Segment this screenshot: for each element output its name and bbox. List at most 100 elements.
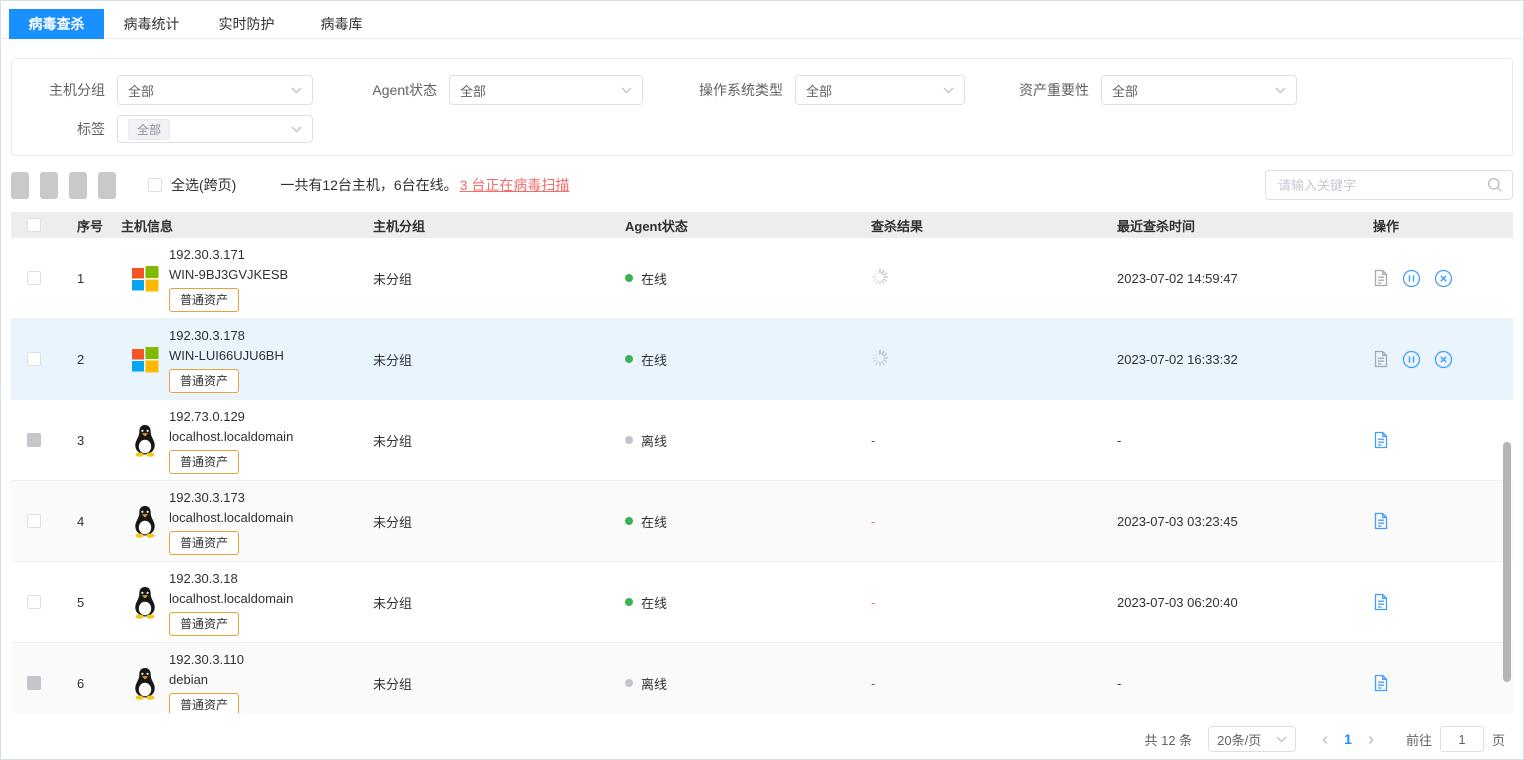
table-row[interactable]: 2 192.30.3.178 WIN-LUI66UJU6BH 普通资产 未分组 bbox=[11, 319, 1513, 400]
asset-tag: 普通资产 bbox=[169, 531, 239, 555]
table-row[interactable]: 1 192.30.3.171 WIN-9BJ3GVJKESB 普通资产 未分组 bbox=[11, 238, 1513, 319]
status-dot bbox=[625, 598, 633, 606]
bulk-action-button[interactable] bbox=[11, 172, 29, 199]
row-actions bbox=[1361, 674, 1505, 692]
search-input[interactable] bbox=[1265, 170, 1513, 200]
action-buttons bbox=[11, 172, 127, 199]
asset-tag: 普通资产 bbox=[169, 450, 239, 474]
agent-status-cell: 离线 bbox=[617, 674, 863, 693]
header-checkbox[interactable] bbox=[27, 218, 41, 232]
scan-report-icon[interactable] bbox=[1373, 269, 1389, 287]
header-checkbox-cell bbox=[11, 218, 57, 232]
select-all-control[interactable]: 全选(跨页) bbox=[148, 175, 236, 195]
table-body: 1 192.30.3.171 WIN-9BJ3GVJKESB 普通资产 未分组 bbox=[11, 238, 1513, 713]
status-dot bbox=[625, 274, 633, 282]
host-ip: 192.73.0.129 bbox=[169, 407, 293, 427]
select-value: 全部 bbox=[128, 81, 154, 100]
pause-scan-icon[interactable] bbox=[1402, 269, 1421, 288]
bulk-action-button[interactable] bbox=[98, 172, 116, 199]
scan-report-icon[interactable] bbox=[1373, 593, 1389, 611]
row-checkbox[interactable] bbox=[27, 676, 41, 690]
table-row[interactable]: 4 192.30.3.173 localhost.localdomain 普通资… bbox=[11, 481, 1513, 562]
tab[interactable]: 病毒查杀 bbox=[9, 9, 104, 39]
asset-tag: 普通资产 bbox=[169, 612, 239, 636]
status-dot bbox=[625, 679, 633, 687]
host-ip: 192.30.3.110 bbox=[169, 650, 244, 670]
header-result: 查杀结果 bbox=[863, 216, 1109, 235]
row-actions bbox=[1361, 269, 1505, 288]
filter-select[interactable]: 全部 bbox=[795, 75, 965, 105]
toolbar: 全选(跨页) 一共有12台主机，6台在线。 3 台正在病毒扫描 bbox=[11, 170, 1513, 200]
row-checkbox[interactable] bbox=[27, 595, 41, 609]
scan-report-icon[interactable] bbox=[1373, 674, 1389, 692]
filter-label: 标签 bbox=[12, 119, 105, 139]
row-checkbox[interactable] bbox=[27, 352, 41, 366]
table-row[interactable]: 6 192.30.3.110 debian 普通资产 未分组 bbox=[11, 643, 1513, 713]
next-page-icon[interactable]: › bbox=[1358, 730, 1384, 748]
tab-label: 病毒库 bbox=[321, 16, 363, 32]
stop-scan-icon[interactable] bbox=[1434, 269, 1453, 288]
tag-filter-select[interactable]: 全部 bbox=[117, 115, 313, 143]
filter-label: 主机分组 bbox=[12, 80, 105, 100]
host-group: 未分组 bbox=[365, 350, 617, 369]
scanning-hosts-link[interactable]: 3 台正在病毒扫描 bbox=[460, 175, 570, 195]
row-checkbox-cell bbox=[11, 514, 57, 528]
search-icon[interactable] bbox=[1487, 177, 1503, 193]
search-box bbox=[1265, 170, 1513, 200]
total-count: 共 12 条 bbox=[1144, 730, 1192, 749]
current-page[interactable]: 1 bbox=[1338, 731, 1358, 747]
tab[interactable]: 实时防护 bbox=[199, 9, 294, 39]
host-ip: 192.30.3.18 bbox=[169, 569, 293, 589]
scan-result-text: - bbox=[871, 595, 875, 610]
goto-page-input[interactable] bbox=[1440, 726, 1484, 752]
tab-label: 实时防护 bbox=[219, 16, 275, 32]
table-row[interactable]: 5 192.30.3.18 localhost.localdomain 普通资产… bbox=[11, 562, 1513, 643]
bulk-action-button[interactable] bbox=[69, 172, 87, 199]
status-text: 离线 bbox=[641, 431, 667, 450]
status-text: 在线 bbox=[641, 269, 667, 288]
row-actions bbox=[1361, 431, 1505, 449]
filter-item-tag: 标签 全部 bbox=[12, 115, 313, 143]
status-text: 在线 bbox=[641, 512, 667, 531]
pause-scan-icon[interactable] bbox=[1402, 350, 1421, 369]
filter-panel: 主机分组 全部 Agent状态 全部 操作系统类型 全部 bbox=[11, 58, 1513, 156]
stop-scan-icon[interactable] bbox=[1434, 350, 1453, 369]
table-scrollbar-thumb[interactable] bbox=[1503, 442, 1511, 682]
host-group: 未分组 bbox=[365, 431, 617, 450]
row-checkbox[interactable] bbox=[27, 271, 41, 285]
prev-page-icon[interactable]: ‹ bbox=[1312, 730, 1338, 748]
row-checkbox[interactable] bbox=[27, 433, 41, 447]
table-row[interactable]: 3 192.73.0.129 localhost.localdomain 普通资… bbox=[11, 400, 1513, 481]
scan-result-text: - bbox=[871, 433, 875, 448]
scan-report-icon[interactable] bbox=[1373, 431, 1389, 449]
bulk-action-button[interactable] bbox=[40, 172, 58, 199]
tab[interactable]: 病毒库 bbox=[294, 9, 389, 39]
filter-select[interactable]: 全部 bbox=[449, 75, 643, 105]
host-info-cell: 192.30.3.173 localhost.localdomain 普通资产 bbox=[113, 488, 365, 555]
last-scan-time: 2023-07-03 06:20:40 bbox=[1109, 595, 1361, 610]
chevron-down-icon bbox=[621, 87, 632, 94]
table-header-row: 序号 主机信息 主机分组 Agent状态 查杀结果 最近查杀时间 操作 bbox=[11, 212, 1513, 238]
filter-item: 操作系统类型 全部 bbox=[685, 75, 1007, 105]
select-value: 全部 bbox=[1112, 81, 1138, 100]
host-name: localhost.localdomain bbox=[169, 508, 293, 528]
windows-logo-icon bbox=[132, 346, 159, 373]
tab-bar: 病毒查杀 病毒统计 实时防护 病毒库 bbox=[1, 1, 1523, 39]
header-group: 主机分组 bbox=[365, 216, 617, 235]
filter-select[interactable]: 全部 bbox=[1101, 75, 1297, 105]
tab[interactable]: 病毒统计 bbox=[104, 9, 199, 39]
linux-tux-icon bbox=[130, 423, 160, 457]
filter-select[interactable]: 全部 bbox=[117, 75, 313, 105]
row-checkbox-cell bbox=[11, 352, 57, 366]
row-checkbox[interactable] bbox=[27, 514, 41, 528]
host-name: localhost.localdomain bbox=[169, 589, 293, 609]
select-all-checkbox[interactable] bbox=[148, 178, 162, 192]
host-info-cell: 192.30.3.18 localhost.localdomain 普通资产 bbox=[113, 569, 365, 636]
scan-report-icon[interactable] bbox=[1373, 350, 1389, 368]
scan-report-icon[interactable] bbox=[1373, 512, 1389, 530]
page-size-select[interactable]: 20条/页 bbox=[1208, 726, 1296, 752]
scan-result-text: - bbox=[871, 514, 875, 529]
host-group: 未分组 bbox=[365, 593, 617, 612]
scan-result-cell: - bbox=[863, 595, 1109, 610]
select-value: 全部 bbox=[806, 81, 832, 100]
